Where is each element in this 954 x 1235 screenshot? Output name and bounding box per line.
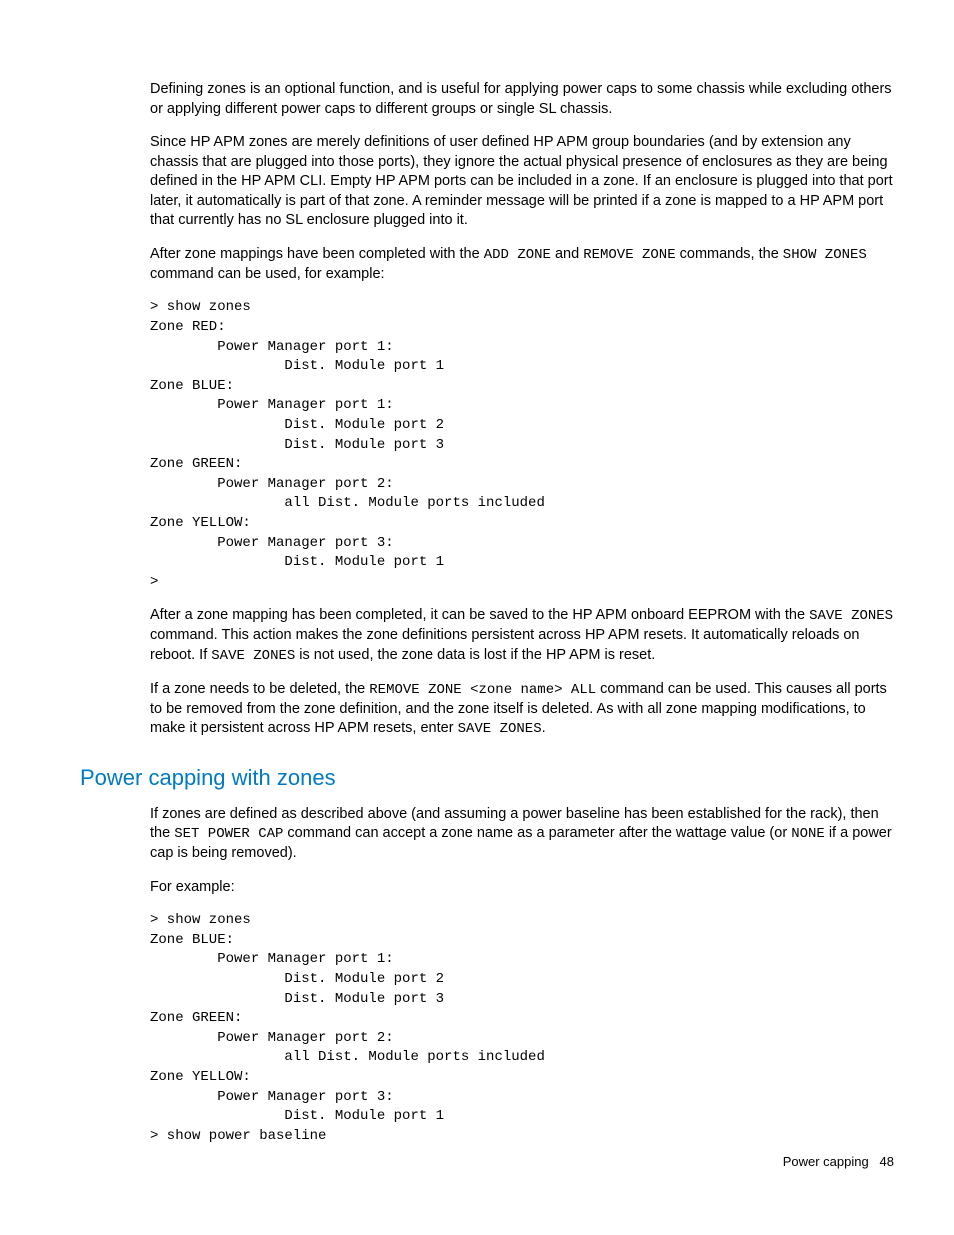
- footer-section-label: Power capping: [783, 1154, 869, 1169]
- cmd-save-zones-3: SAVE ZONES: [458, 721, 542, 737]
- footer-page-number: 48: [880, 1154, 894, 1169]
- text: command can be used, for example:: [150, 266, 385, 282]
- paragraph-intro-zones: Defining zones is an optional function, …: [150, 80, 894, 119]
- paragraph-save-zones: After a zone mapping has been completed,…: [150, 606, 894, 665]
- cmd-remove-zone-all: REMOVE ZONE <zone name> ALL: [369, 682, 596, 698]
- cmd-none: NONE: [791, 826, 825, 842]
- body-indent-2: If zones are defined as described above …: [150, 805, 894, 1147]
- cmd-save-zones-2: SAVE ZONES: [211, 648, 295, 664]
- cmd-add-zone: ADD ZONE: [484, 247, 551, 263]
- cmd-save-zones: SAVE ZONES: [809, 608, 893, 624]
- text: commands, the: [676, 246, 783, 262]
- cmd-remove-zone: REMOVE ZONE: [583, 247, 675, 263]
- code-block-show-zones-2: > show zones Zone BLUE: Power Manager po…: [150, 911, 894, 1146]
- paragraph-apm-zones: Since HP APM zones are merely definition…: [150, 133, 894, 231]
- page-footer: Power capping 48: [783, 1153, 894, 1171]
- text: If a zone needs to be deleted, the: [150, 681, 369, 697]
- text: command can accept a zone name as a para…: [283, 825, 791, 841]
- paragraph-set-power-cap: If zones are defined as described above …: [150, 805, 894, 864]
- paragraph-for-example: For example:: [150, 878, 894, 898]
- body-indent: Defining zones is an optional function, …: [150, 80, 894, 739]
- page-container: Defining zones is an optional function, …: [0, 0, 954, 1200]
- text: and: [551, 246, 583, 262]
- paragraph-delete-zone: If a zone needs to be deleted, the REMOV…: [150, 680, 894, 739]
- text: is not used, the zone data is lost if th…: [295, 647, 655, 663]
- code-block-show-zones-1: > show zones Zone RED: Power Manager por…: [150, 298, 894, 592]
- cmd-show-zones: SHOW ZONES: [783, 247, 867, 263]
- text: After zone mappings have been completed …: [150, 246, 484, 262]
- paragraph-zone-commands: After zone mappings have been completed …: [150, 245, 894, 284]
- cmd-set-power-cap: SET POWER CAP: [174, 826, 283, 842]
- heading-power-capping-zones: Power capping with zones: [80, 763, 894, 793]
- text: After a zone mapping has been completed,…: [150, 607, 809, 623]
- text: .: [542, 720, 546, 736]
